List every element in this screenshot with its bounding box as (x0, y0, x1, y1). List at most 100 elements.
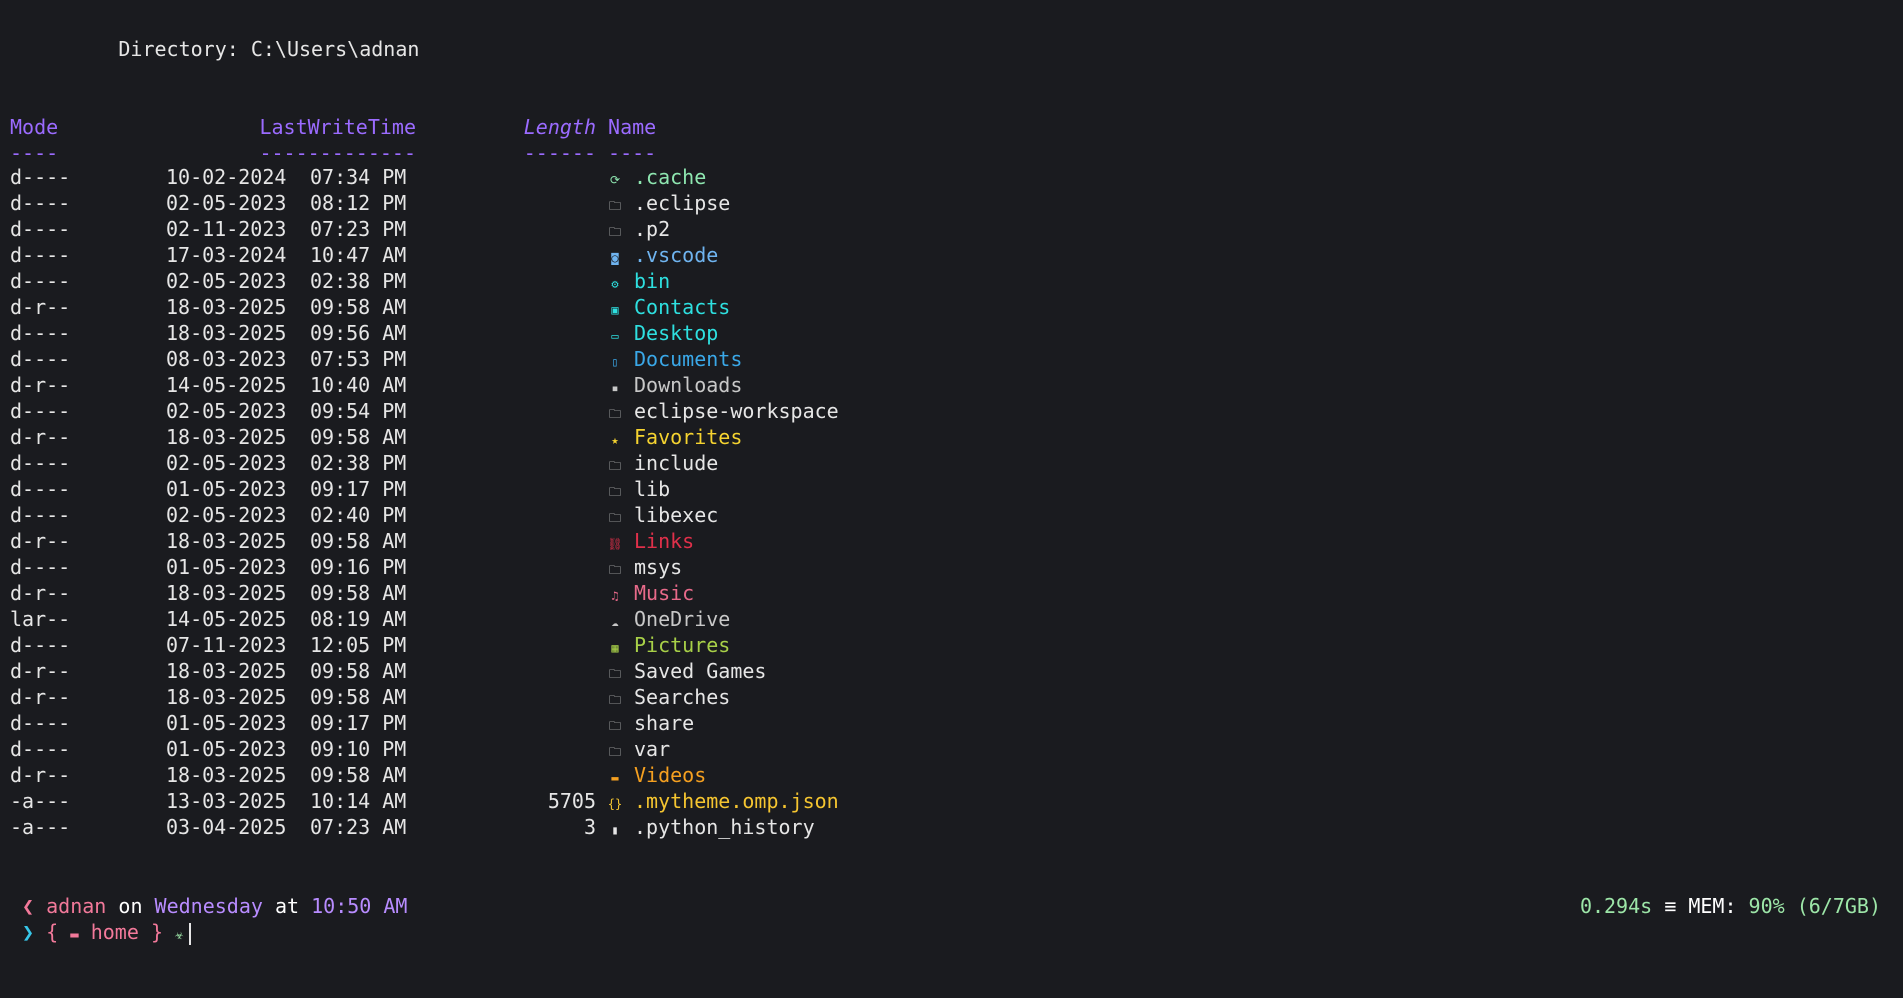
entry-date: 01-05-2023 (166, 737, 287, 761)
prompt-user: adnan (46, 894, 107, 918)
entry-mode: d---- (10, 555, 71, 579)
entry-time: 09:58 AM (310, 581, 407, 605)
entry-mode: d---- (10, 399, 71, 423)
entry-name: share (634, 711, 695, 735)
entry-name: msys (634, 555, 683, 579)
exec-time: 0.294s (1579, 894, 1653, 918)
list-item: d-r-- 18-03-2025 09:58 AM ♫ Music (10, 580, 839, 606)
entry-name: Saved Games (634, 659, 767, 683)
entry-name: eclipse-workspace (634, 399, 839, 423)
entry-mode: d---- (10, 269, 71, 293)
entry-mode: d-r-- (10, 659, 71, 683)
entry-time: 08:12 PM (310, 191, 407, 215)
entry-mode: -a--- (10, 789, 71, 813)
list-item: d---- 08-03-2023 07:53 PM ▯ Documents (10, 346, 839, 372)
entry-date: 18-03-2025 (166, 763, 287, 787)
entry-mode: d-r-- (10, 529, 71, 553)
name-separator: ---- (608, 141, 657, 165)
length-header: Length (523, 115, 596, 139)
list-item: d---- 01-05-2023 09:17 PM 🗀 share (10, 710, 839, 736)
entry-time: 07:53 PM (310, 347, 407, 371)
entry-time: 09:58 AM (310, 529, 407, 553)
list-item: d---- 01-05-2023 09:17 PM 🗀 lib (10, 476, 839, 502)
entry-date: 02-05-2023 (166, 191, 287, 215)
entry-name: libexec (634, 503, 719, 527)
lastwritetime-separator: ------------- (259, 141, 416, 165)
entry-time: 02:38 PM (310, 451, 407, 475)
entry-time: 09:58 AM (310, 659, 407, 683)
entry-date: 14-05-2025 (166, 373, 287, 397)
column-separators: ---- ------------- ------ ---- (10, 140, 656, 166)
name-header: Name (608, 115, 657, 139)
list-item: d---- 01-05-2023 09:16 PM 🗀 msys (10, 554, 839, 580)
entry-time: 02:38 PM (310, 269, 407, 293)
entry-mode: d-r-- (10, 295, 71, 319)
entry-date: 10-02-2024 (166, 165, 287, 189)
lastwritetime-header: LastWriteTime (259, 115, 416, 139)
entry-mode: d---- (10, 217, 71, 241)
entry-name: lib (634, 477, 671, 501)
entry-time: 09:58 AM (310, 295, 407, 319)
list-item: d-r-- 18-03-2025 09:58 AM ⛓ Links (10, 528, 839, 554)
entry-name: .eclipse (634, 191, 731, 215)
entry-date: 07-11-2023 (166, 633, 287, 657)
entry-time: 07:23 PM (310, 217, 407, 241)
list-item: d---- 07-11-2023 12:05 PM ▦ Pictures (10, 632, 839, 658)
directory-listing: d---- 10-02-2024 07:34 PM ⟳ .cache d---- 02-05… (10, 164, 839, 840)
entry-time: 08:19 AM (310, 607, 407, 631)
entry-mode: d-r-- (10, 425, 71, 449)
entry-date: 17-03-2024 (166, 243, 287, 267)
entry-name: Downloads (634, 373, 743, 397)
entry-name: Desktop (634, 321, 719, 345)
entry-mode: d---- (10, 165, 71, 189)
entry-date: 02-11-2023 (166, 217, 287, 241)
entry-name: bin (634, 269, 671, 293)
entry-date: 18-03-2025 (166, 295, 287, 319)
directory-path: Directory: C:\Users\adnan (118, 37, 420, 61)
text-cursor[interactable] (189, 922, 192, 945)
entry-mode: d-r-- (10, 763, 71, 787)
entry-time: 02:40 PM (310, 503, 407, 527)
list-item: d---- 17-03-2024 10:47 AM ◙ .vscode (10, 242, 839, 268)
entry-date: 01-05-2023 (166, 555, 287, 579)
entry-date: 03-04-2025 (166, 815, 287, 839)
entry-date: 18-03-2025 (166, 425, 287, 449)
list-item: d---- 02-05-2023 08:12 PM 🗀 .eclipse (10, 190, 839, 216)
prompt-line-2[interactable]: ❯ { ▬ home } ☣ (10, 919, 192, 945)
entry-date: 18-03-2025 (166, 529, 287, 553)
entry-time: 07:23 AM (310, 815, 407, 839)
entry-name: include (634, 451, 719, 475)
entry-time: 09:56 AM (310, 321, 407, 345)
entry-date: 01-05-2023 (166, 477, 287, 501)
folder-icon: ▬ (70, 927, 79, 943)
entry-mode: d---- (10, 633, 71, 657)
list-item: lar-- 14-05-2025 08:19 AM ☁ OneDrive (10, 606, 839, 632)
entry-time: 09:58 AM (310, 685, 407, 709)
entry-name: Pictures (634, 633, 731, 657)
list-item: d-r-- 14-05-2025 10:40 AM ▪ Downloads (10, 372, 839, 398)
list-item: d-r-- 18-03-2025 09:58 AM ★ Favorites (10, 424, 839, 450)
column-headers: Mode LastWriteTime Length Name (10, 114, 656, 140)
entry-time: 10:14 AM (310, 789, 407, 813)
entry-name: Videos (634, 763, 707, 787)
entry-mode: d-r-- (10, 685, 71, 709)
list-item: d---- 02-05-2023 09:54 PM 🗀 eclipse-workspac… (10, 398, 839, 424)
entry-time: 12:05 PM (310, 633, 407, 657)
entry-mode: d-r-- (10, 373, 71, 397)
entry-mode: d---- (10, 451, 71, 475)
entry-date: 18-03-2025 (166, 659, 287, 683)
close-brace: } (150, 920, 163, 944)
memory-icon: ≡ (1664, 894, 1677, 918)
entry-length: 5705 (547, 789, 596, 813)
entry-date: 01-05-2023 (166, 711, 287, 735)
prompt-day: Wednesday (154, 894, 263, 918)
entry-time: 09:58 AM (310, 763, 407, 787)
directory-header: Directory: C:\Users\adnan (10, 36, 419, 62)
entry-name: Music (634, 581, 695, 605)
entry-date: 02-05-2023 (166, 503, 287, 527)
entry-date: 18-03-2025 (166, 581, 287, 605)
entry-name: .python_history (634, 815, 815, 839)
entry-mode: d---- (10, 347, 71, 371)
entry-name: .p2 (634, 217, 671, 241)
entry-name: var (634, 737, 671, 761)
